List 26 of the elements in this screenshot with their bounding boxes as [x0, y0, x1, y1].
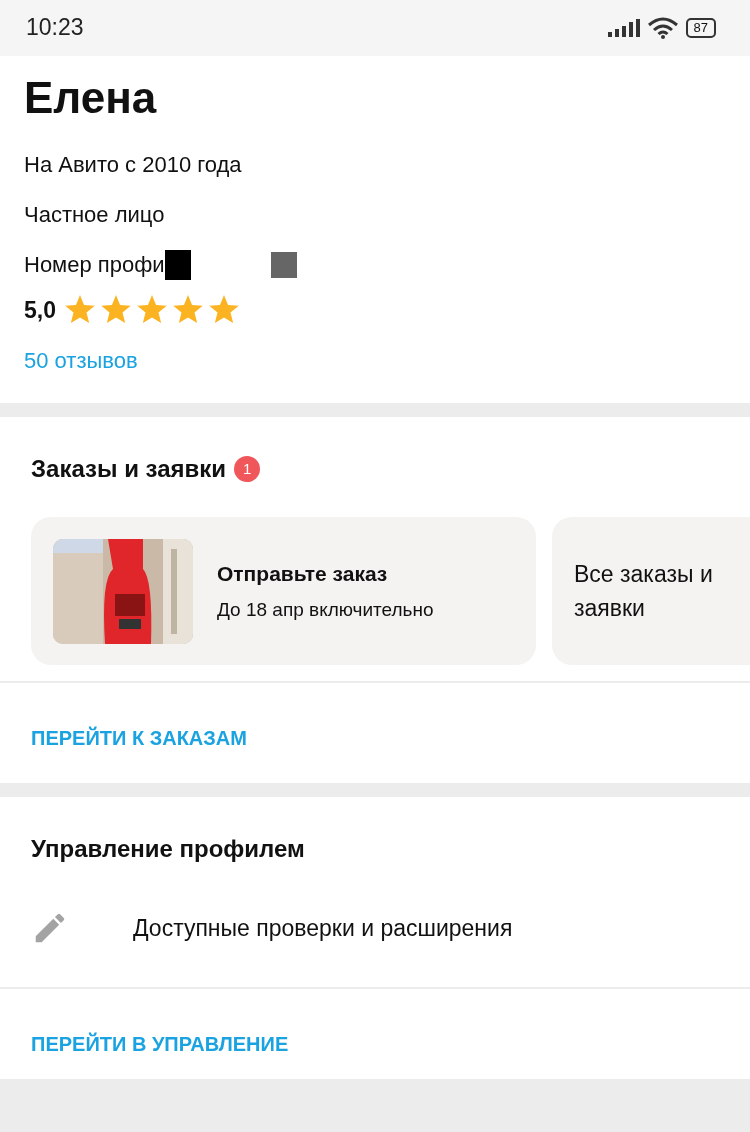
- star-icon: [172, 295, 204, 325]
- star-icon: [136, 295, 168, 325]
- wifi-icon: [647, 17, 678, 39]
- signal-icon: [607, 19, 640, 37]
- status-time: 10:23: [26, 12, 84, 42]
- star-icon: [208, 295, 240, 325]
- notification-badge: 1: [234, 456, 261, 482]
- order-deadline: До 18 апр включительно: [217, 597, 434, 622]
- order-title: Отправьте заказ: [217, 561, 389, 587]
- profile-number-label: Номер профи: [24, 251, 165, 279]
- all-orders-card[interactable]: Все заказы и заявки: [552, 517, 750, 665]
- menu-item-label: Доступные проверки и расширения: [133, 913, 513, 943]
- redaction-mark: [270, 252, 297, 278]
- order-card[interactable]: Отправьте заказ До 18 апр включительно: [31, 517, 536, 665]
- menu-item[interactable]: Доступные проверки и расширения: [0, 887, 750, 987]
- section-title: Управление профилем: [30, 834, 306, 864]
- star-icon: [100, 295, 132, 325]
- member-since-text: На Авито с 2010 года: [24, 151, 242, 179]
- battery-indicator: 87: [685, 18, 716, 38]
- redaction-mark: [164, 250, 191, 280]
- seller-type-text: Частное лицо: [24, 201, 165, 229]
- all-orders-text: Все заказы и заявки: [574, 559, 714, 623]
- rating-value: 5,0: [24, 295, 56, 325]
- profile-name: Елена: [24, 72, 158, 120]
- section-title: Заказы и заявки: [31, 454, 227, 484]
- star-icon: [64, 295, 96, 325]
